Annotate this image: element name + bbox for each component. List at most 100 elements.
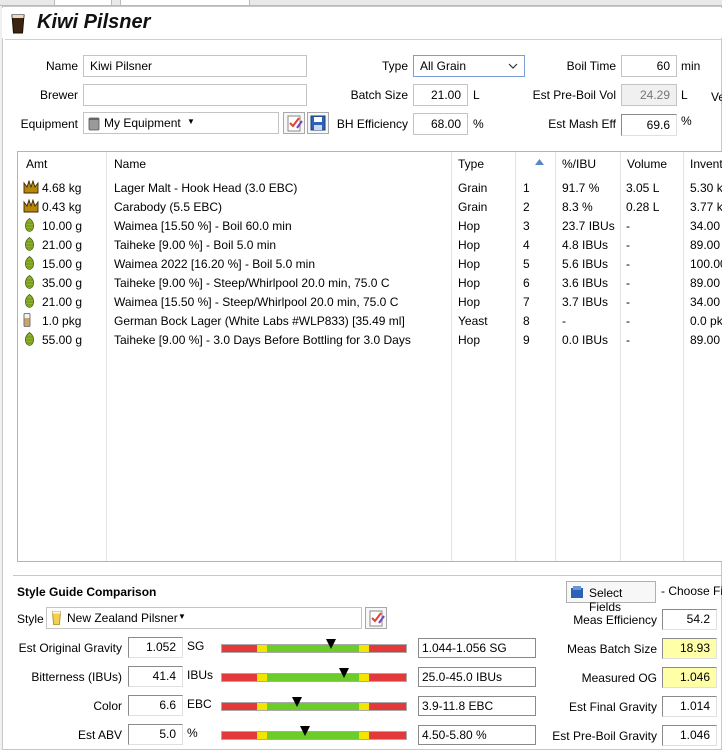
measured-value: 1.046 <box>662 725 717 746</box>
cell-pct: 8.3 % <box>562 200 593 214</box>
cell-volume: - <box>626 238 630 252</box>
bh-efficiency-field[interactable]: 68.00 <box>413 113 468 135</box>
style-value-marker <box>292 697 302 707</box>
cell-type: Grain <box>458 181 488 195</box>
table-row[interactable]: 10.00 g Waimea [15.50 %] - Boil 60.0 min H… <box>18 216 722 235</box>
cell-volume: - <box>626 314 630 328</box>
equipment-value: My Equipment <box>104 116 181 130</box>
style-range-bar <box>221 673 407 682</box>
table-row[interactable]: 21.00 g Taiheke [9.00 %] - Boil 5.0 min Ho… <box>18 235 722 254</box>
cell-amt: 4.68 kg <box>42 181 82 195</box>
style-metric-value: 41.4 <box>128 666 183 687</box>
cell-idx: 5 <box>523 257 530 271</box>
cell-name: Taiheke [9.00 %] - 3.0 Days Before Bottl… <box>114 333 411 347</box>
cell-pct: - <box>562 314 566 328</box>
cell-inventory: 3.77 kg <box>690 200 722 214</box>
measured-label: Meas Batch Size <box>566 642 657 656</box>
style-guide-heading: Style Guide Comparison <box>17 585 157 599</box>
bar-high-warn-segment <box>359 645 369 652</box>
bar-high-segment <box>369 674 406 681</box>
table-row[interactable]: 35.00 g Taiheke [9.00 %] - Steep/Whirlpoo… <box>18 273 722 292</box>
bar-low-segment <box>222 732 257 739</box>
style-comparison-row: Bitterness (IBUs) 41.4 IBUs 25.0-45.0 IBUs <box>0 665 560 689</box>
style-value-marker <box>339 668 349 678</box>
style-metric-label: Color <box>93 699 122 713</box>
cell-amt: 0.43 kg <box>42 200 82 214</box>
boil-time-unit: min <box>681 59 701 73</box>
select-fields-button[interactable]: Select Fields <box>566 581 656 614</box>
table-row[interactable]: 55.00 g Taiheke [9.00 %] - 3.0 Days Befor… <box>18 330 722 349</box>
clipboard-edit-icon <box>287 115 303 132</box>
style-range-text: 25.0-45.0 IBUs <box>418 667 536 687</box>
tools-icon <box>571 586 583 598</box>
batch-size-unit: L <box>473 88 480 102</box>
hop-icon <box>23 218 39 233</box>
cell-amt: 55.00 g <box>42 333 83 347</box>
mash-eff-field: 69.6 <box>621 114 677 136</box>
pre-boil-vol-label: Est Pre-Boil Vol <box>532 88 616 102</box>
hop-icon <box>23 256 39 271</box>
cell-inventory: 34.00 g <box>690 295 722 309</box>
choose-fields-label: - Choose Fi <box>661 584 722 598</box>
truncated-label: Ve <box>711 90 722 104</box>
column-header-inventory[interactable]: Invent <box>684 152 722 174</box>
cell-idx: 4 <box>523 238 530 252</box>
dropdown-arrow-icon: ▼ <box>187 117 195 126</box>
brewer-label: Brewer <box>39 88 78 102</box>
edit-style-button[interactable] <box>365 607 387 629</box>
style-metric-unit: EBC <box>187 697 212 711</box>
save-equipment-button[interactable] <box>307 112 329 134</box>
equipment-select[interactable]: My Equipment ▼ <box>83 112 279 134</box>
cell-pct: 5.6 IBUs <box>562 257 609 271</box>
name-field[interactable]: Kiwi Pilsner <box>83 55 307 77</box>
pre-boil-vol-field: 24.29 <box>621 84 677 106</box>
measured-value[interactable]: 1.046 <box>662 667 717 688</box>
brewer-field[interactable] <box>83 84 307 106</box>
table-row[interactable]: 15.00 g Waimea 2022 [16.20 %] - Boil 5.0 … <box>18 254 722 273</box>
cell-amt: 10.00 g <box>42 219 83 233</box>
cell-volume: - <box>626 333 630 347</box>
cell-inventory: 34.00 g <box>690 219 722 233</box>
style-comparison-row: Est Original Gravity 1.052 SG 1.044-1.056 S… <box>0 636 560 660</box>
table-row[interactable]: 4.68 kg Lager Malt - Hook Head (3.0 EBC) G… <box>18 178 722 197</box>
cell-idx: 7 <box>523 295 530 309</box>
column-header-type[interactable]: Type <box>452 152 512 174</box>
table-row[interactable]: 1.0 pkg German Bock Lager (White Labs #WL… <box>18 311 722 330</box>
batch-size-field[interactable]: 21.00 <box>413 84 468 106</box>
table-row[interactable]: 21.00 g Waimea [15.50 %] - Steep/Whirlpoo… <box>18 292 722 311</box>
style-label: Style <box>17 612 44 626</box>
cell-amt: 21.00 g <box>42 238 83 252</box>
cell-idx: 6 <box>523 276 530 290</box>
column-header-index[interactable] <box>516 152 554 174</box>
measured-label: Measured OG <box>581 671 657 685</box>
beer-glass-icon <box>52 611 61 625</box>
type-select[interactable]: All Grain <box>413 55 525 77</box>
boil-time-field[interactable]: 60 <box>621 55 677 77</box>
bar-low-warn-segment <box>257 703 267 710</box>
grain-icon <box>23 198 39 214</box>
column-header-amt[interactable]: Amt <box>20 152 106 174</box>
cell-type: Hop <box>458 276 481 290</box>
pre-boil-vol-unit: L <box>681 88 688 102</box>
equipment-label: Equipment <box>20 117 78 131</box>
table-row[interactable]: 0.43 kg Carabody (5.5 EBC) Grain 2 8.3 % 0.28… <box>18 197 722 216</box>
edit-equipment-button[interactable] <box>283 112 305 134</box>
column-header-volume[interactable]: Volume <box>621 152 681 174</box>
style-comparison-row: Est ABV 5.0% 4.50-5.80 % <box>0 723 560 747</box>
style-select[interactable]: New Zealand Pilsner ▼ <box>46 607 362 629</box>
ingredients-table[interactable]: Amt Name Type %/IBU Volume Invent 4.68 k… <box>17 151 722 562</box>
cell-volume: - <box>626 295 630 309</box>
measured-row: Meas Batch Size 18.93 <box>540 638 722 662</box>
style-metric-unit: SG <box>187 639 205 653</box>
bar-low-segment <box>222 674 257 681</box>
cell-name: German Bock Lager (White Labs #WLP833) [… <box>114 314 405 328</box>
bar-low-segment <box>222 703 257 710</box>
bar-high-warn-segment <box>359 674 369 681</box>
style-value-marker <box>300 726 310 736</box>
measured-label: Est Pre-Boil Gravity <box>552 729 657 743</box>
measured-value[interactable]: 18.93 <box>662 638 717 659</box>
column-header-pct-ibu[interactable]: %/IBU <box>556 152 618 174</box>
column-header-name[interactable]: Name <box>108 152 448 174</box>
chevron-down-icon <box>508 63 518 69</box>
cell-volume: - <box>626 257 630 271</box>
